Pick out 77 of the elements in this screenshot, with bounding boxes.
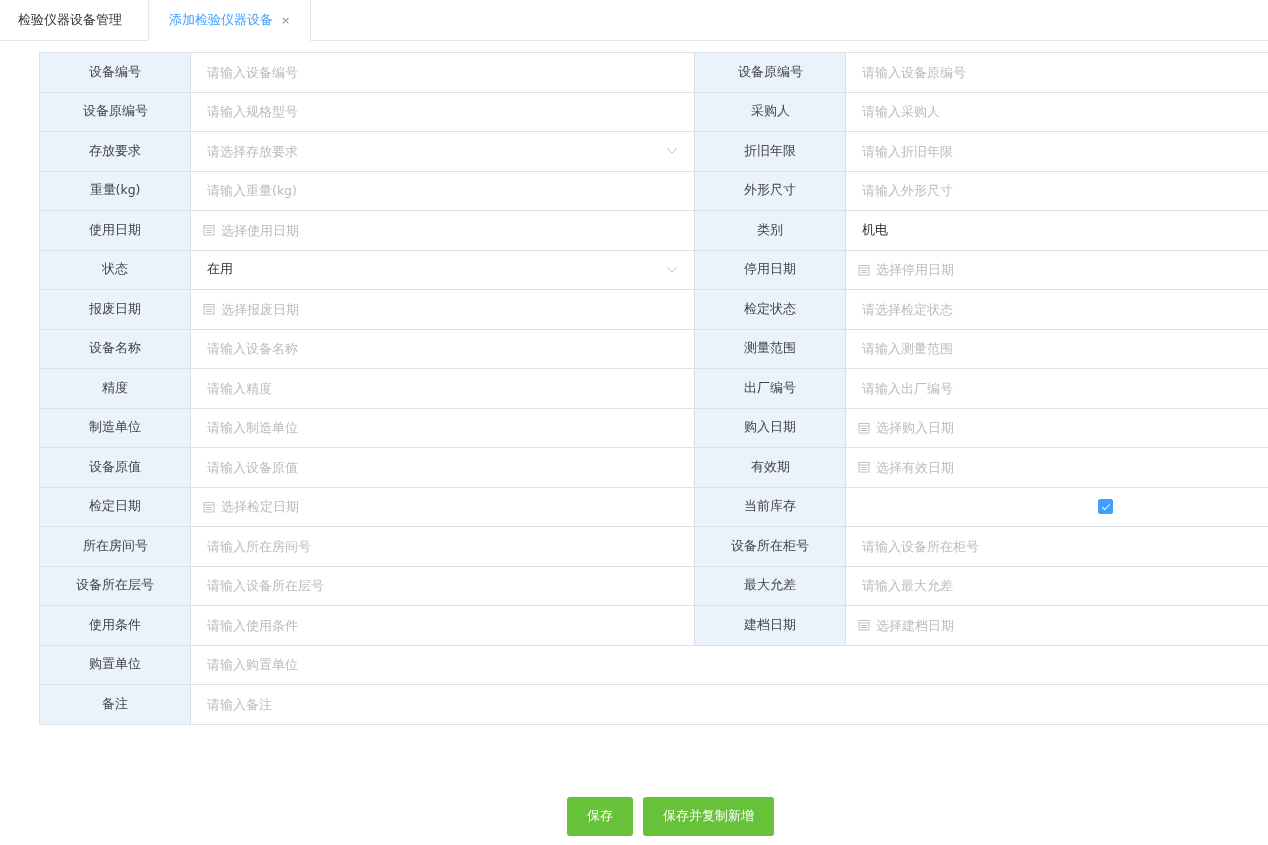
calendar-icon (858, 461, 870, 474)
date-field[interactable]: 选择停用日期 (876, 262, 1268, 278)
field-label: 重量(kg) (40, 171, 191, 211)
close-icon[interactable]: × (281, 14, 291, 27)
input-field[interactable]: 请输入设备所在层号 (207, 578, 678, 594)
field-label: 设备所在层号 (40, 566, 191, 606)
date-field[interactable]: 选择报废日期 (221, 301, 678, 317)
date-field[interactable]: 选择购入日期 (876, 420, 1268, 436)
input-field[interactable]: 请输入使用条件 (207, 617, 678, 633)
field-label: 购置单位 (40, 645, 191, 685)
field-label: 设备原编号 (40, 92, 191, 132)
field-label: 报废日期 (40, 290, 191, 330)
calendar-icon (203, 303, 215, 316)
input-field[interactable]: 请输入备注 (207, 696, 1268, 712)
calendar-icon (203, 500, 215, 513)
calendar-icon (858, 421, 870, 434)
select-field[interactable]: 在用 (207, 262, 666, 278)
field-label: 采购人 (695, 92, 846, 132)
checkbox[interactable] (1098, 499, 1113, 515)
save-button[interactable]: 保存并复制新增 (642, 796, 774, 836)
field-label: 状态 (40, 250, 191, 290)
field-label: 当前库存 (695, 487, 846, 527)
date-field[interactable]: 选择建档日期 (876, 617, 1268, 633)
field-label: 所在房间号 (40, 527, 191, 567)
field-label: 停用日期 (695, 250, 846, 290)
input-field[interactable]: 请输入采购人 (862, 104, 1268, 120)
input-field[interactable]: 请输入外形尺寸 (862, 183, 1268, 199)
field-value: 机电 (862, 221, 888, 239)
input-field[interactable]: 请输入精度 (207, 380, 678, 396)
input-field[interactable]: 请选择检定状态 (862, 301, 1268, 317)
field-label: 使用条件 (40, 606, 191, 646)
field-label: 设备编号 (40, 53, 191, 93)
chevron-down-icon (666, 265, 678, 274)
field-label: 精度 (40, 369, 191, 409)
field-label: 测量范围 (695, 329, 846, 369)
field-label: 购入日期 (695, 408, 846, 448)
field-label: 制造单位 (40, 408, 191, 448)
calendar-icon (203, 224, 215, 237)
field-label: 设备名称 (40, 329, 191, 369)
input-field[interactable]: 请输入折旧年限 (862, 143, 1268, 159)
input-field[interactable]: 请输入设备原编号 (862, 64, 1268, 80)
input-field[interactable]: 请输入测量范围 (862, 341, 1268, 357)
field-label: 折旧年限 (695, 132, 846, 172)
field-label: 建档日期 (695, 606, 846, 646)
tab[interactable]: 添加检验仪器设备 × (148, 0, 312, 41)
input-field[interactable]: 请输入设备所在柜号 (862, 538, 1268, 554)
input-field[interactable]: 请输入制造单位 (207, 420, 678, 436)
calendar-icon (858, 619, 870, 632)
chevron-down-icon (666, 147, 678, 156)
input-field[interactable]: 请输入重量(kg) (207, 183, 678, 199)
field-label: 外形尺寸 (695, 171, 846, 211)
field-label: 设备原编号 (695, 53, 846, 93)
field-label: 存放要求 (40, 132, 191, 172)
input-field[interactable]: 请输入设备名称 (207, 341, 678, 357)
date-field[interactable]: 选择有效日期 (876, 459, 1268, 475)
field-label: 检定状态 (695, 290, 846, 330)
field-label: 检定日期 (40, 487, 191, 527)
date-field[interactable]: 选择检定日期 (221, 499, 678, 515)
field-label: 类别 (695, 211, 846, 251)
field-label: 有效期 (695, 448, 846, 488)
calendar-icon (858, 263, 870, 276)
input-field[interactable]: 请输入购置单位 (207, 657, 1268, 673)
input-field[interactable]: 请输入所在房间号 (207, 538, 678, 554)
field-label: 使用日期 (40, 211, 191, 251)
select-field[interactable]: 请选择存放要求 (207, 143, 666, 159)
save-button[interactable]: 保存 (566, 796, 633, 836)
field-label: 最大允差 (695, 566, 846, 606)
field-label: 出厂编号 (695, 369, 846, 409)
input-field[interactable]: 请输入最大允差 (862, 578, 1268, 594)
input-field[interactable]: 请输入出厂编号 (862, 380, 1268, 396)
date-field[interactable]: 选择使用日期 (221, 222, 678, 238)
field-label: 设备原值 (40, 448, 191, 488)
input-field[interactable]: 请输入设备原值 (207, 459, 678, 475)
input-field[interactable]: 请输入设备编号 (207, 64, 678, 80)
field-label: 备注 (40, 685, 191, 725)
input-field[interactable]: 请输入规格型号 (207, 104, 678, 120)
field-label: 设备所在柜号 (695, 527, 846, 567)
